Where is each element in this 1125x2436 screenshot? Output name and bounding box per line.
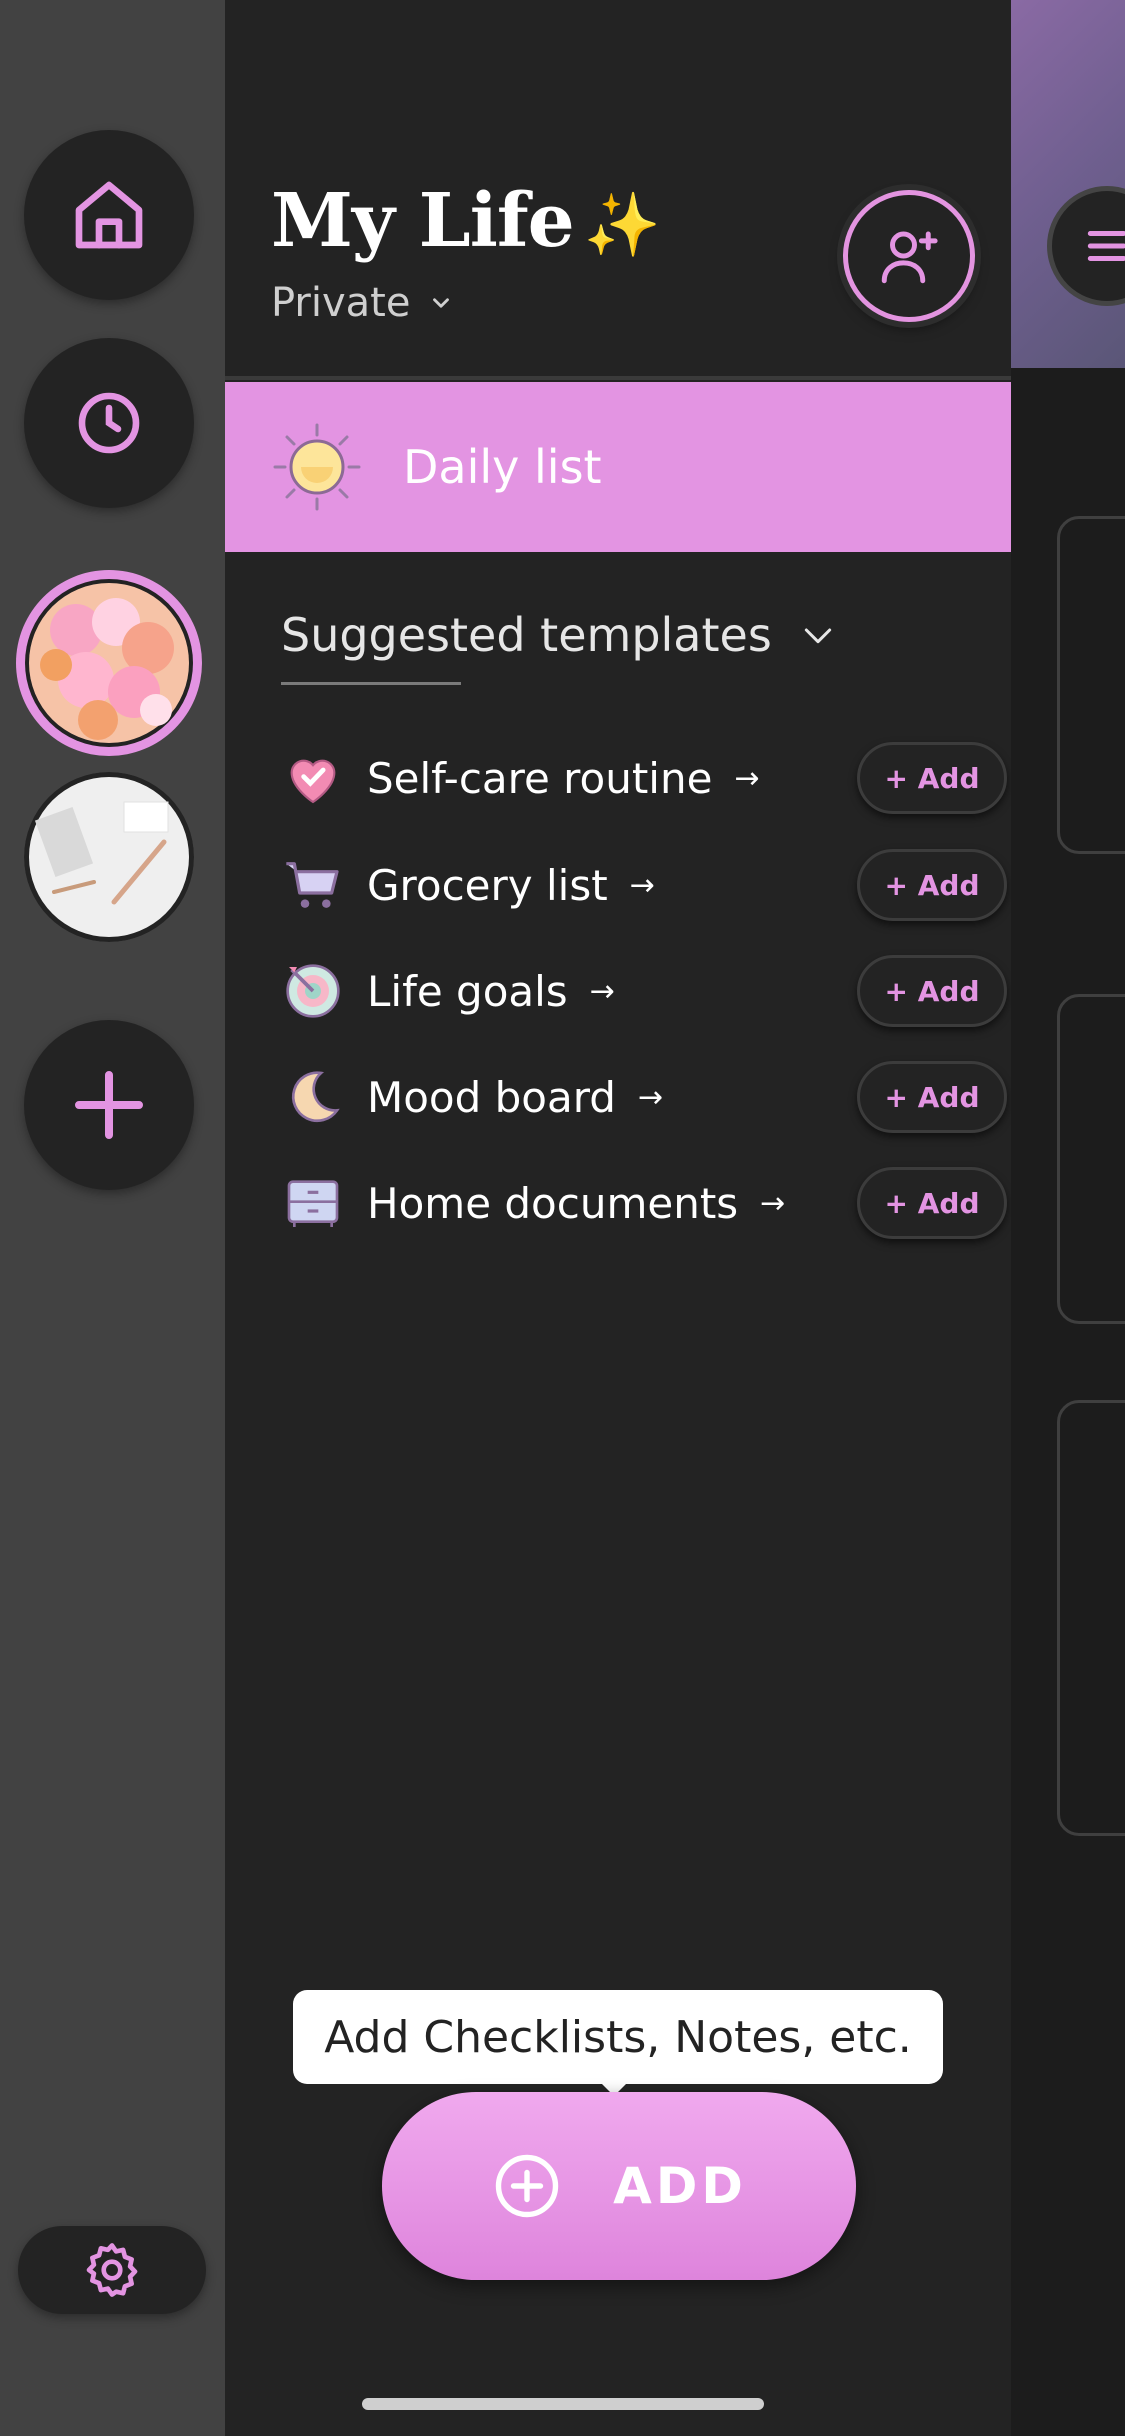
target-icon [281, 959, 345, 1023]
template-row[interactable]: Self-care routine → + Add [281, 733, 1007, 823]
add-user-icon [881, 231, 938, 284]
board-preview[interactable] [1011, 0, 1125, 2436]
menu-icon [1087, 231, 1125, 261]
cabinet-icon [281, 1171, 345, 1235]
chevron-down-icon [804, 628, 831, 644]
chevron-down-icon [433, 298, 450, 308]
settings-button[interactable] [18, 2226, 206, 2314]
privacy-dropdown[interactable]: Private [271, 280, 454, 326]
board-banner [1011, 0, 1125, 368]
arrow-right-icon: → [589, 973, 615, 1009]
header-divider [225, 376, 1011, 380]
arrow-right-icon: → [637, 1079, 664, 1115]
add-tooltip: Add Checklists, Notes, etc. [293, 1990, 943, 2084]
privacy-label: Private [271, 280, 411, 326]
gear-icon [86, 2243, 138, 2297]
home-button[interactable] [24, 130, 194, 300]
page-title: My Life ✨ [271, 178, 661, 264]
workspace-balloons[interactable] [16, 570, 202, 756]
template-name: Grocery list [367, 860, 608, 910]
template-row[interactable]: Grocery list → + Add [281, 840, 1007, 930]
add-template-button[interactable]: + Add [857, 1167, 1007, 1239]
arrow-right-icon: → [734, 760, 760, 796]
template-row[interactable]: Home documents → + Add [281, 1158, 1007, 1248]
template-row[interactable]: Life goals → + Add [281, 946, 1007, 1036]
home-icon [75, 181, 143, 249]
plus-circle-icon [495, 2154, 559, 2218]
sun-icon [273, 423, 361, 511]
suggested-templates-heading: Suggested templates [281, 608, 772, 662]
invite-member-button[interactable] [843, 190, 975, 322]
arrow-right-icon: → [629, 867, 655, 903]
add-template-button[interactable]: + Add [857, 742, 1007, 814]
daily-list-label: Daily list [403, 440, 602, 494]
history-button[interactable] [24, 338, 194, 508]
suggested-templates-toggle[interactable]: Suggested templates [281, 608, 838, 662]
plus-icon [75, 1071, 143, 1139]
clock-icon [78, 392, 140, 454]
sparkles-icon: ✨ [583, 188, 661, 261]
template-row[interactable]: Mood board → + Add [281, 1052, 1007, 1142]
add-template-button[interactable]: + Add [857, 849, 1007, 921]
template-name: Mood board [367, 1072, 616, 1122]
moon-icon [281, 1065, 345, 1129]
daily-list-item[interactable]: Daily list [225, 382, 1011, 552]
preview-card [1057, 516, 1125, 854]
desk-thumbnail [24, 772, 194, 942]
heading-underline [281, 682, 461, 685]
home-indicator [362, 2398, 764, 2410]
balloons-thumbnail [25, 579, 193, 747]
add-template-button[interactable]: + Add [857, 1061, 1007, 1133]
shopping-cart-icon [281, 853, 345, 917]
heart-check-icon [281, 746, 345, 810]
add-button-label: ADD [613, 2157, 747, 2215]
preview-card [1057, 994, 1125, 1324]
add-button[interactable]: ADD [382, 2092, 856, 2280]
template-name: Home documents [367, 1178, 739, 1228]
workspace-rail [0, 0, 225, 2436]
add-workspace-button[interactable] [24, 1020, 194, 1190]
arrow-right-icon: → [760, 1185, 786, 1221]
template-name: Self-care routine [367, 753, 713, 803]
add-template-button[interactable]: + Add [857, 955, 1007, 1027]
template-name: Life goals [367, 966, 568, 1016]
preview-card [1057, 1400, 1125, 1836]
workspace-desk[interactable] [24, 772, 194, 942]
